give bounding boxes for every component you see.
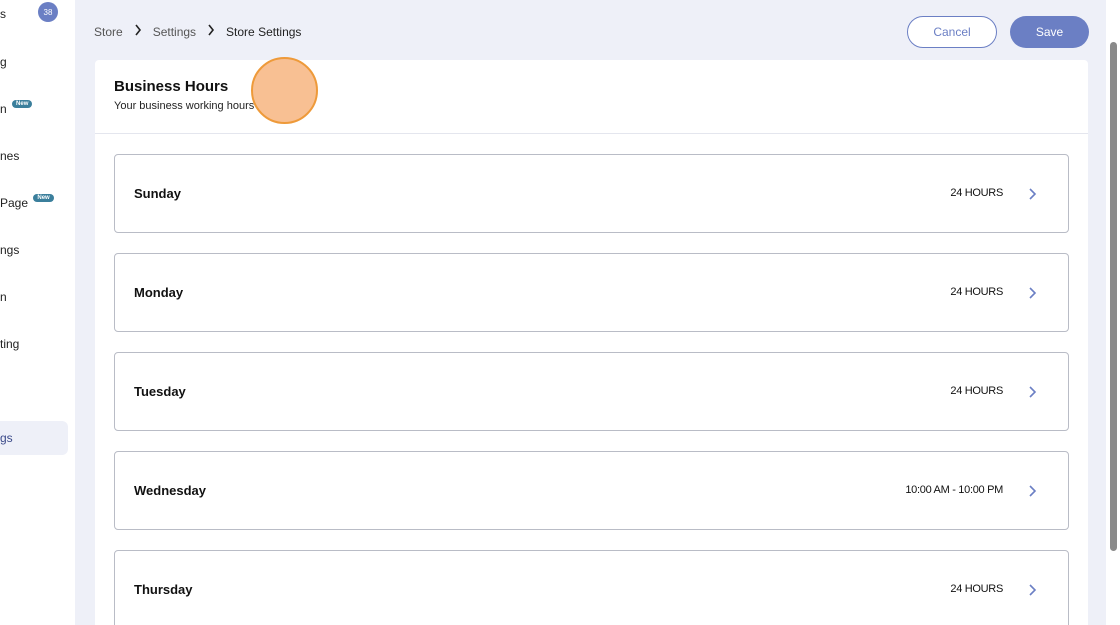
orders-count-badge: 38 [38,2,58,22]
sidebar: s 38 g n New nes Page New ngs n ting gs [0,0,75,625]
chevron-right-icon [207,24,215,39]
sidebar-item-6[interactable]: n [0,290,7,304]
chevron-right-icon [1029,485,1037,497]
breadcrumb: Store Settings Store Settings [94,24,301,39]
sidebar-item-label: ngs [0,243,20,257]
chevron-right-icon [1029,287,1037,299]
sidebar-item-label: g [0,55,7,69]
chevron-right-icon [1029,386,1037,398]
day-name: Thursday [134,582,193,597]
chevron-right-icon [1029,584,1037,596]
click-indicator [251,57,318,124]
sidebar-item-label: Page [0,196,29,210]
sidebar-item-label: n [0,290,7,304]
sidebar-item-settings-5[interactable]: ngs [0,243,19,257]
day-row-tuesday[interactable]: Tuesday 24 HOURS [114,352,1069,431]
day-hours: 24 HOURS [950,286,1003,298]
sidebar-item-label: ting [0,337,20,351]
day-row-sunday[interactable]: Sunday 24 HOURS [114,154,1069,233]
card-subtitle: Your business working hours [114,100,255,112]
day-row-wednesday[interactable]: Wednesday 10:00 AM - 10:00 PM [114,451,1069,530]
day-name: Tuesday [134,384,186,399]
sidebar-item-label: gs [0,431,13,445]
sidebar-item-label: nes [0,149,20,163]
sidebar-item-marketing[interactable]: ting [0,337,19,351]
sidebar-item-1[interactable]: g [0,55,7,69]
day-row-monday[interactable]: Monday 24 HOURS [114,253,1069,332]
day-name: Sunday [134,186,181,201]
day-name: Wednesday [134,483,207,498]
sidebar-item-settings[interactable]: gs [0,431,13,445]
breadcrumb-settings[interactable]: Settings [153,25,196,39]
breadcrumb-store[interactable]: Store [94,25,123,39]
day-hours: 24 HOURS [950,187,1003,199]
sidebar-item-themes[interactable]: nes [0,149,19,163]
sidebar-item-page[interactable]: Page New [0,194,54,210]
sidebar-item-orders[interactable]: s [0,7,6,21]
scrollbar-thumb[interactable] [1110,42,1117,551]
card-title: Business Hours [114,78,229,95]
day-hours: 24 HOURS [950,583,1003,595]
day-name: Monday [134,285,184,300]
new-badge: New [33,194,54,202]
business-hours-card: Business Hours Your business working hou… [95,60,1088,625]
day-hours: 24 HOURS [950,385,1003,397]
new-badge: New [12,100,33,108]
cancel-button[interactable]: Cancel [907,16,997,48]
breadcrumb-current: Store Settings [226,24,302,39]
day-hours: 10:00 AM - 10:00 PM [905,484,1003,496]
sidebar-item-label: s [0,7,6,21]
chevron-right-icon [134,24,142,39]
chevron-right-icon [1029,188,1037,200]
card-header: Business Hours Your business working hou… [95,60,1088,134]
day-row-thursday[interactable]: Thursday 24 HOURS [114,550,1069,625]
sidebar-item-2[interactable]: n New [0,100,33,116]
save-button[interactable]: Save [1010,16,1089,48]
sidebar-item-label: n [0,102,7,116]
